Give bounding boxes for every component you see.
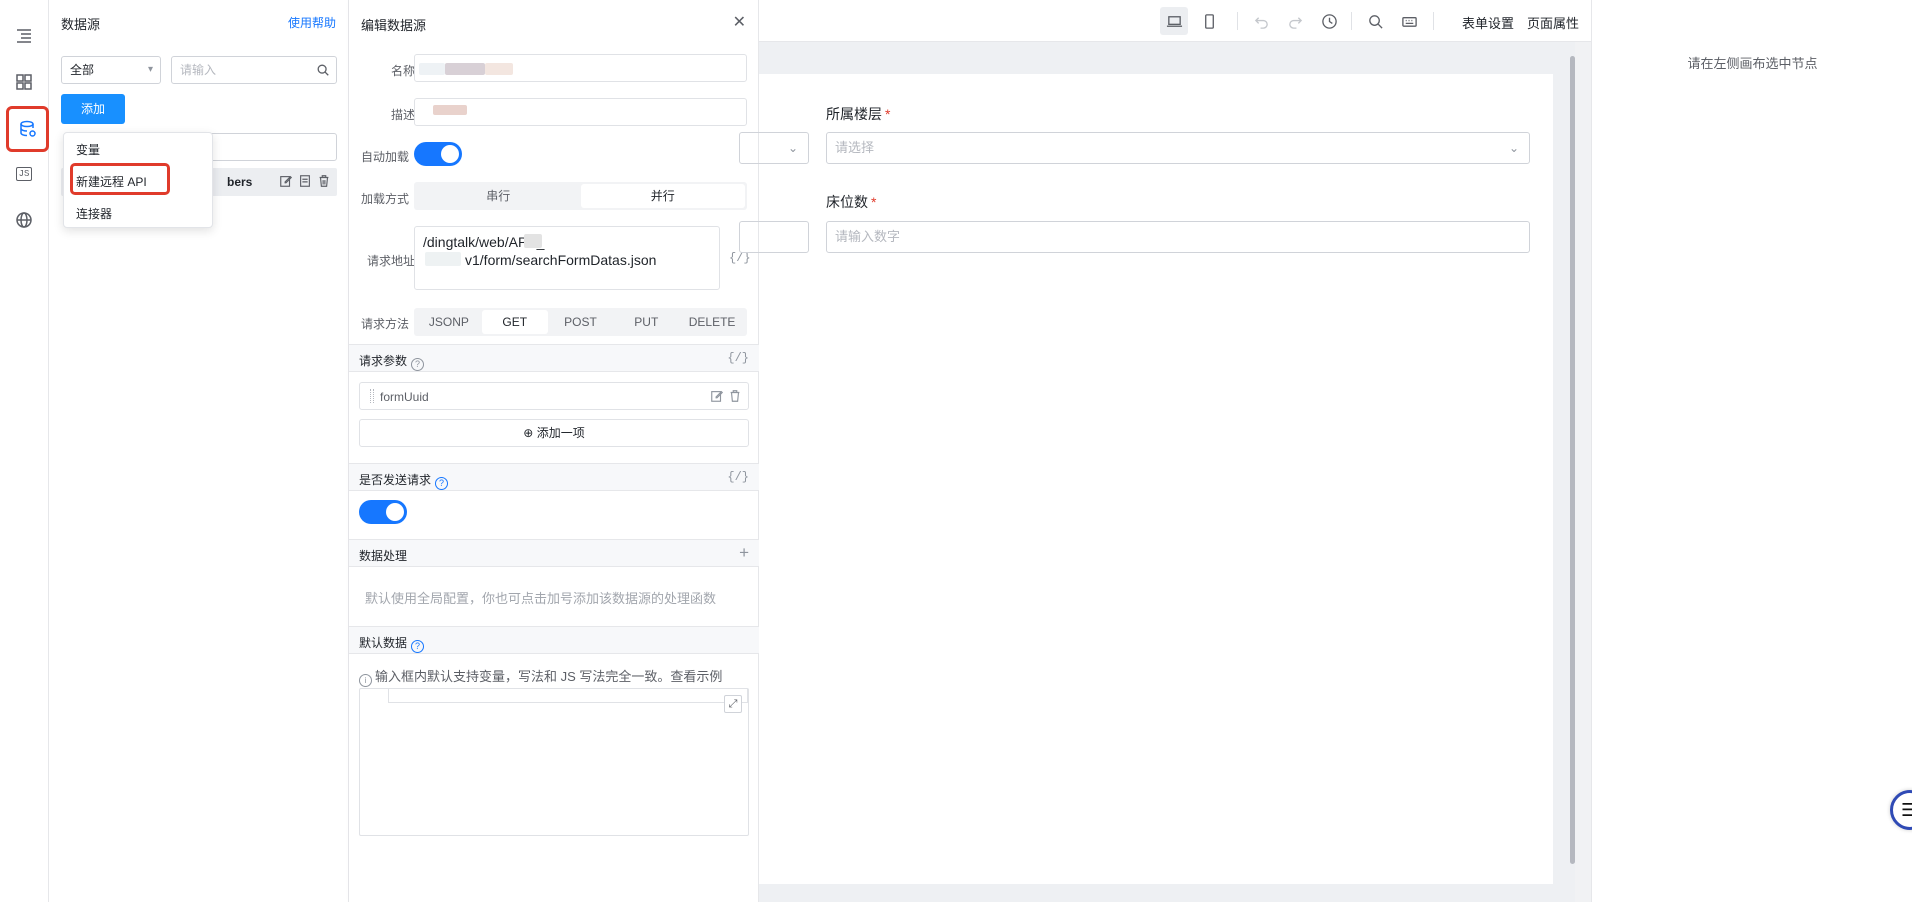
- top-toolbar: 表单设置 页面属性: [759, 0, 1591, 42]
- search-icon[interactable]: [1361, 7, 1389, 35]
- floor-label: 所属楼层 *: [826, 106, 891, 122]
- add-item-button[interactable]: ⊕ 添加一项: [359, 419, 749, 447]
- type-filter-select[interactable]: 全部 ▾: [61, 56, 161, 84]
- datasource-icon[interactable]: [6, 106, 49, 152]
- components-icon[interactable]: [10, 68, 38, 96]
- name-label: 名称: [390, 64, 415, 78]
- load-mode-parallel[interactable]: 并行: [580, 184, 745, 208]
- menu-item-variable[interactable]: 变量: [76, 141, 100, 158]
- add-button[interactable]: 添加: [61, 94, 125, 124]
- autoload-label: 自动加载: [361, 150, 410, 164]
- default-data-editor[interactable]: ⤢: [359, 688, 749, 836]
- form-card: ⌄ 所属楼层 * 请选择 ⌄ 床位数 * 请输入数字: [739, 74, 1553, 884]
- name-field[interactable]: [414, 54, 747, 82]
- edit-icon[interactable]: [710, 389, 724, 403]
- trash-icon[interactable]: [317, 174, 331, 188]
- send-request-section-header: 是否发送请求? {/}: [349, 463, 759, 491]
- params-section-header: 请求参数? {/}: [349, 344, 759, 372]
- undo-icon[interactable]: [1247, 7, 1275, 35]
- outline-icon[interactable]: [10, 22, 38, 50]
- page-properties-button[interactable]: 页面属性: [1527, 13, 1579, 32]
- form-settings-button[interactable]: 表单设置: [1462, 13, 1514, 32]
- desktop-icon[interactable]: [1160, 7, 1188, 35]
- datasource-panel-title: 数据源: [61, 17, 101, 32]
- description-field[interactable]: [414, 98, 747, 126]
- expand-icon[interactable]: ⤢: [724, 695, 742, 713]
- history-icon[interactable]: [1315, 7, 1343, 35]
- menu-item-connector[interactable]: 连接器: [76, 205, 112, 222]
- keyboard-icon[interactable]: [1395, 7, 1423, 35]
- search-icon: [317, 64, 329, 76]
- default-data-hint: i 输入框内默认支持变量，写法和 JS 写法完全一致。查看示例: [359, 666, 722, 687]
- help-icon[interactable]: ?: [411, 640, 425, 653]
- redo-icon[interactable]: [1281, 7, 1309, 35]
- design-canvas: ⌄ 所属楼层 * 请选择 ⌄ 床位数 * 请输入数字: [739, 42, 1575, 902]
- load-mode-serial[interactable]: 串行: [416, 184, 581, 208]
- method-post[interactable]: POST: [548, 310, 614, 334]
- param-row[interactable]: formUuid: [359, 382, 749, 410]
- edit-icon[interactable]: [279, 174, 293, 188]
- code-icon[interactable]: {/}: [727, 470, 749, 484]
- input-field-partial[interactable]: [739, 221, 809, 253]
- drawer-title: 编辑数据源: [361, 18, 427, 33]
- drag-handle-icon[interactable]: [370, 389, 374, 403]
- load-mode-label: 加载方式: [361, 192, 410, 206]
- properties-panel: 请在左侧画布选中节点: [1591, 0, 1912, 902]
- method-label: 请求方法: [361, 317, 410, 331]
- data-processing-section-header: 数据处理 +: [349, 539, 759, 567]
- method-put[interactable]: PUT: [613, 310, 679, 334]
- code-icon[interactable]: {/}: [727, 351, 749, 365]
- empty-selection-hint: 请在左侧画布选中节点: [1687, 56, 1818, 71]
- method-segmented: JSONP GET POST PUT DELETE: [414, 308, 747, 336]
- menu-item-remote-api[interactable]: 新建远程 API: [76, 173, 147, 190]
- beds-input[interactable]: 请输入数字: [826, 221, 1530, 253]
- globe-icon[interactable]: [10, 206, 38, 234]
- canvas-scrollbar[interactable]: [1570, 56, 1575, 864]
- beds-label: 床位数 *: [826, 194, 877, 210]
- code-icon[interactable]: {/}: [729, 251, 751, 265]
- copy-icon[interactable]: [298, 174, 312, 188]
- data-processing-hint: 默认使用全局配置，你也可点击加号添加该数据源的处理函数: [365, 591, 717, 606]
- close-icon[interactable]: ✕: [733, 12, 746, 32]
- autoload-toggle[interactable]: [414, 142, 462, 166]
- default-data-section-header: 默认数据?: [349, 626, 759, 654]
- add-dropdown-menu: 变量 新建远程 API 连接器: [63, 132, 213, 228]
- datasource-filter-input[interactable]: [209, 133, 337, 161]
- trash-icon[interactable]: [728, 389, 742, 403]
- method-jsonp[interactable]: JSONP: [416, 310, 482, 334]
- floor-select[interactable]: 请选择 ⌄: [826, 132, 1530, 164]
- plus-circle-icon: ⊕: [523, 426, 534, 440]
- load-mode-segmented: 串行 并行: [414, 182, 747, 210]
- send-request-toggle[interactable]: [359, 500, 407, 524]
- help-link[interactable]: 使用帮助: [288, 14, 336, 31]
- left-rail: JS: [0, 0, 49, 902]
- mobile-icon[interactable]: [1195, 7, 1223, 35]
- description-label: 描述: [390, 108, 415, 122]
- chevron-down-icon: ⌄: [1508, 141, 1519, 155]
- chevron-down-icon: ⌄: [787, 141, 798, 155]
- help-icon[interactable]: ?: [411, 358, 425, 371]
- plus-icon[interactable]: +: [739, 543, 749, 563]
- chevron-down-icon: ▾: [147, 64, 153, 75]
- search-input[interactable]: 请输入: [171, 56, 337, 84]
- select-field-partial[interactable]: ⌄: [739, 132, 809, 164]
- help-icon[interactable]: ?: [435, 477, 449, 490]
- js-icon[interactable]: JS: [10, 160, 38, 188]
- info-icon: i: [359, 674, 372, 687]
- url-label: 请求地址: [366, 254, 415, 268]
- edit-datasource-drawer: 编辑数据源 ✕ 名称 描述 自动加载 加载方式 串行 并行 请求地址 /ding…: [349, 0, 759, 902]
- method-delete[interactable]: DELETE: [679, 310, 745, 334]
- method-get[interactable]: GET: [481, 310, 548, 334]
- list-item-label: bers: [227, 175, 253, 189]
